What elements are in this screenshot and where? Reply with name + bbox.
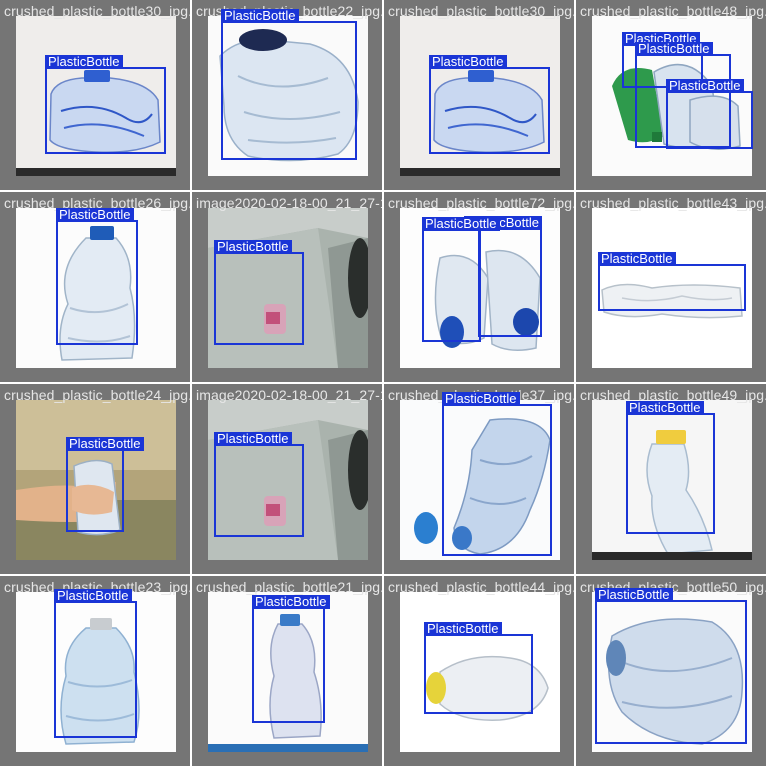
detection-label: PlasticBottle	[45, 55, 123, 69]
grid-tile: crushed_plastic_bottle26_jpg.rf.0 Plasti…	[0, 192, 190, 382]
detection-box: PlasticBottle	[252, 595, 330, 723]
grid-tile: crushed_plastic_bottle44_jpg.rf.e Plasti…	[384, 576, 574, 766]
detection-label: PlasticBottle	[214, 432, 292, 446]
grid-tile: crushed_plastic_bottle37_jpg.rf.c Plasti…	[384, 384, 574, 574]
detection-box: PlasticBottle	[626, 401, 715, 534]
watermark-strip	[208, 744, 368, 752]
detection-label: PlasticBottle	[666, 79, 744, 93]
grid-tile: crushed_plastic_bottle21_jpg.rf.d Plasti…	[192, 576, 382, 766]
file-caption: crushed_plastic_bottle21_jpg.rf.d	[196, 579, 382, 595]
image-grid: crushed_plastic_bottle30_jpg.rf.9 Plasti…	[0, 0, 768, 768]
detection-label: PlasticBottle	[424, 622, 502, 636]
file-caption: crushed_plastic_bottle44_jpg.rf.e	[388, 579, 574, 595]
grid-tile: crushed_plastic_bottle24_jpg.rf.2 Plasti…	[0, 384, 190, 574]
detection-box: PlasticBottle	[595, 588, 747, 744]
watermark-strip	[400, 168, 560, 176]
detection-label: PlasticBottle	[635, 42, 713, 56]
detection-box: PlasticBottle	[598, 252, 746, 311]
detection-box: PlasticBottle	[429, 55, 550, 154]
file-caption: crushed_plastic_bottle30_jpg.rf.9	[4, 3, 190, 19]
file-caption: crushed_plastic_bottle24_jpg.rf.2	[4, 387, 190, 403]
detection-label: PlasticBottle	[54, 589, 132, 603]
detection-box: PlasticBottle	[54, 589, 137, 738]
grid-tile: crushed_plastic_bottle43_jpg.rf.b Plasti…	[576, 192, 766, 382]
detection-box: PlasticBottle	[666, 79, 753, 149]
grid-tile: crushed_plastic_bottle49_jpg.rf.f Plasti…	[576, 384, 766, 574]
detection-label: PlasticBottle	[626, 401, 704, 415]
detection-box: PlasticBottle	[45, 55, 166, 154]
file-caption: image2020-02-18-00_21_27-1_jpg.rf	[196, 195, 382, 211]
detection-box: PlasticBottle	[214, 432, 304, 537]
file-caption: image2020-02-18-00_21_27-1_jpg.rf	[196, 387, 382, 403]
detection-label: PlasticBottle	[429, 55, 507, 69]
detection-label: PlasticBottle	[221, 9, 299, 23]
detection-label: PlasticBottle	[214, 240, 292, 254]
watermark-strip	[592, 552, 752, 560]
detection-label: PlasticBottle	[422, 217, 500, 231]
detection-label: PlasticBottle	[442, 392, 520, 406]
grid-tile: crushed_plastic_bottle30_jpg.rf.9 Plasti…	[0, 0, 190, 190]
file-caption: crushed_plastic_bottle43_jpg.rf.b	[580, 195, 766, 211]
detection-box: PlasticBottle	[424, 622, 533, 714]
grid-tile: crushed_plastic_bottle48_jpg.rf.b Plasti…	[576, 0, 766, 190]
grid-tile: crushed_plastic_bottle72_jpg.rf.c Plasti…	[384, 192, 574, 382]
detection-box: PlasticBottle	[464, 216, 542, 337]
grid-tile: image2020-02-18-00_21_27-1_jpg.rf Plasti…	[192, 384, 382, 574]
detection-box: PlasticBottle	[221, 9, 357, 160]
detection-box: PlasticBottle	[442, 392, 552, 556]
detection-box: PlasticBottle	[66, 437, 144, 532]
detection-label: PlasticBottle	[595, 588, 673, 602]
watermark-strip	[16, 168, 176, 176]
detection-box: PlasticBottle	[56, 208, 138, 345]
detection-box: PlasticBottle	[422, 217, 500, 342]
detection-label: PlasticBottle	[66, 437, 144, 451]
grid-tile: image2020-02-18-00_21_27-1_jpg.rf Plasti…	[192, 192, 382, 382]
detection-label: PlasticBottle	[252, 595, 330, 609]
file-caption: crushed_plastic_bottle48_jpg.rf.b	[580, 3, 766, 19]
detection-box: PlasticBottle	[214, 240, 304, 345]
detection-label: PlasticBottle	[598, 252, 676, 266]
file-caption: crushed_plastic_bottle72_jpg.rf.c	[388, 195, 574, 211]
grid-tile: crushed_plastic_bottle50_jpg.rf.a Plasti…	[576, 576, 766, 766]
detection-label: PlasticBottle	[56, 208, 134, 222]
file-caption: crushed_plastic_bottle30_jpg.rf.e	[388, 3, 574, 19]
grid-tile: crushed_plastic_bottle22_jpg.rf.9 Plasti…	[192, 0, 382, 190]
grid-tile: crushed_plastic_bottle30_jpg.rf.e Plasti…	[384, 0, 574, 190]
grid-tile: crushed_plastic_bottle23_jpg.rf.0 Plasti…	[0, 576, 190, 766]
